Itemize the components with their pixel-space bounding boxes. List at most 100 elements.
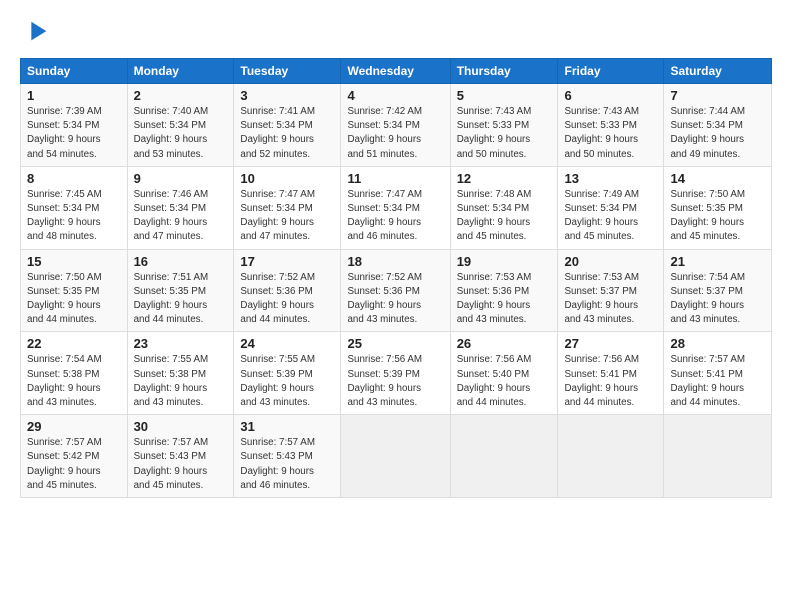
col-header-sunday: Sunday xyxy=(21,59,128,84)
day-info: Sunrise: 7:55 AM Sunset: 5:39 PM Dayligh… xyxy=(240,354,315,408)
day-info: Sunrise: 7:47 AM Sunset: 5:34 PM Dayligh… xyxy=(240,189,315,243)
day-info: Sunrise: 7:40 AM Sunset: 5:34 PM Dayligh… xyxy=(134,106,209,160)
day-info: Sunrise: 7:48 AM Sunset: 5:34 PM Dayligh… xyxy=(457,189,532,243)
day-info: Sunrise: 7:44 AM Sunset: 5:34 PM Dayligh… xyxy=(670,106,745,160)
day-info: Sunrise: 7:56 AM Sunset: 5:41 PM Dayligh… xyxy=(564,354,639,408)
day-info: Sunrise: 7:49 AM Sunset: 5:34 PM Dayligh… xyxy=(564,189,639,243)
day-cell: 12 Sunrise: 7:48 AM Sunset: 5:34 PM Dayli… xyxy=(450,166,558,249)
day-info: Sunrise: 7:53 AM Sunset: 5:36 PM Dayligh… xyxy=(457,272,532,326)
day-cell: 26Sunrise: 7:56 AM Sunset: 5:40 PM Dayli… xyxy=(450,332,558,415)
day-cell: 10Sunrise: 7:47 AM Sunset: 5:34 PM Dayli… xyxy=(234,166,341,249)
day-number: 20 xyxy=(564,254,657,269)
week-row: 15Sunrise: 7:50 AM Sunset: 5:35 PM Dayli… xyxy=(21,249,772,332)
day-cell: 13 Sunrise: 7:49 AM Sunset: 5:34 PM Dayli… xyxy=(558,166,664,249)
day-cell: 29 Sunrise: 7:57 AM Sunset: 5:42 PM Dayli… xyxy=(21,415,128,498)
day-number: 19 xyxy=(457,254,552,269)
day-cell: 9Sunrise: 7:46 AM Sunset: 5:34 PM Daylig… xyxy=(127,166,234,249)
day-number: 30 xyxy=(134,419,228,434)
day-cell: 2 Sunrise: 7:40 AM Sunset: 5:34 PM Daylig… xyxy=(127,84,234,167)
day-info: Sunrise: 7:50 AM Sunset: 5:35 PM Dayligh… xyxy=(670,189,745,243)
day-number: 29 xyxy=(27,419,121,434)
day-cell xyxy=(341,415,450,498)
day-cell: 18Sunrise: 7:52 AM Sunset: 5:36 PM Dayli… xyxy=(341,249,450,332)
col-header-friday: Friday xyxy=(558,59,664,84)
day-number: 23 xyxy=(134,336,228,351)
day-info: Sunrise: 7:47 AM Sunset: 5:34 PM Dayligh… xyxy=(347,189,422,243)
day-info: Sunrise: 7:56 AM Sunset: 5:39 PM Dayligh… xyxy=(347,354,422,408)
day-number: 16 xyxy=(134,254,228,269)
week-row: 1 Sunrise: 7:39 AM Sunset: 5:34 PM Daylig… xyxy=(21,84,772,167)
day-number: 27 xyxy=(564,336,657,351)
day-cell: 31 Sunrise: 7:57 AM Sunset: 5:43 PM Dayli… xyxy=(234,415,341,498)
day-number: 24 xyxy=(240,336,334,351)
day-cell: 20 Sunrise: 7:53 AM Sunset: 5:37 PM Dayli… xyxy=(558,249,664,332)
day-info: Sunrise: 7:57 AM Sunset: 5:41 PM Dayligh… xyxy=(670,354,745,408)
day-info: Sunrise: 7:45 AM Sunset: 5:34 PM Dayligh… xyxy=(27,189,102,243)
day-cell: 15Sunrise: 7:50 AM Sunset: 5:35 PM Dayli… xyxy=(21,249,128,332)
header-row: SundayMondayTuesdayWednesdayThursdayFrid… xyxy=(21,59,772,84)
day-cell: 28 Sunrise: 7:57 AM Sunset: 5:41 PM Dayli… xyxy=(664,332,772,415)
day-info: Sunrise: 7:52 AM Sunset: 5:36 PM Dayligh… xyxy=(347,272,422,326)
day-cell: 1 Sunrise: 7:39 AM Sunset: 5:34 PM Daylig… xyxy=(21,84,128,167)
day-info: Sunrise: 7:57 AM Sunset: 5:43 PM Dayligh… xyxy=(240,437,315,491)
day-cell: 23 Sunrise: 7:55 AM Sunset: 5:38 PM Dayli… xyxy=(127,332,234,415)
day-number: 2 xyxy=(134,88,228,103)
day-number: 17 xyxy=(240,254,334,269)
day-number: 25 xyxy=(347,336,443,351)
day-cell: 16 Sunrise: 7:51 AM Sunset: 5:35 PM Dayli… xyxy=(127,249,234,332)
logo-icon xyxy=(22,18,50,46)
day-number: 12 xyxy=(457,171,552,186)
calendar-table: SundayMondayTuesdayWednesdayThursdayFrid… xyxy=(20,58,772,498)
day-number: 31 xyxy=(240,419,334,434)
day-cell: 30 Sunrise: 7:57 AM Sunset: 5:43 PM Dayli… xyxy=(127,415,234,498)
day-info: Sunrise: 7:57 AM Sunset: 5:42 PM Dayligh… xyxy=(27,437,102,491)
day-info: Sunrise: 7:57 AM Sunset: 5:43 PM Dayligh… xyxy=(134,437,209,491)
day-number: 11 xyxy=(347,171,443,186)
day-number: 3 xyxy=(240,88,334,103)
day-number: 28 xyxy=(670,336,765,351)
day-info: Sunrise: 7:50 AM Sunset: 5:35 PM Dayligh… xyxy=(27,272,102,326)
day-info: Sunrise: 7:55 AM Sunset: 5:38 PM Dayligh… xyxy=(134,354,209,408)
col-header-thursday: Thursday xyxy=(450,59,558,84)
day-info: Sunrise: 7:41 AM Sunset: 5:34 PM Dayligh… xyxy=(240,106,315,160)
logo xyxy=(20,18,50,46)
day-cell xyxy=(450,415,558,498)
day-number: 8 xyxy=(27,171,121,186)
day-cell: 17 Sunrise: 7:52 AM Sunset: 5:36 PM Dayli… xyxy=(234,249,341,332)
col-header-wednesday: Wednesday xyxy=(341,59,450,84)
day-number: 13 xyxy=(564,171,657,186)
day-cell: 14 Sunrise: 7:50 AM Sunset: 5:35 PM Dayli… xyxy=(664,166,772,249)
col-header-monday: Monday xyxy=(127,59,234,84)
day-cell: 11 Sunrise: 7:47 AM Sunset: 5:34 PM Dayli… xyxy=(341,166,450,249)
day-cell: 25 Sunrise: 7:56 AM Sunset: 5:39 PM Dayli… xyxy=(341,332,450,415)
page: SundayMondayTuesdayWednesdayThursdayFrid… xyxy=(0,0,792,508)
day-cell: 24 Sunrise: 7:55 AM Sunset: 5:39 PM Dayli… xyxy=(234,332,341,415)
day-info: Sunrise: 7:42 AM Sunset: 5:34 PM Dayligh… xyxy=(347,106,422,160)
day-number: 21 xyxy=(670,254,765,269)
day-number: 5 xyxy=(457,88,552,103)
day-info: Sunrise: 7:52 AM Sunset: 5:36 PM Dayligh… xyxy=(240,272,315,326)
day-cell: 3 Sunrise: 7:41 AM Sunset: 5:34 PM Daylig… xyxy=(234,84,341,167)
day-cell: 22Sunrise: 7:54 AM Sunset: 5:38 PM Dayli… xyxy=(21,332,128,415)
day-info: Sunrise: 7:39 AM Sunset: 5:34 PM Dayligh… xyxy=(27,106,102,160)
day-cell: 4Sunrise: 7:42 AM Sunset: 5:34 PM Daylig… xyxy=(341,84,450,167)
day-info: Sunrise: 7:43 AM Sunset: 5:33 PM Dayligh… xyxy=(457,106,532,160)
day-number: 14 xyxy=(670,171,765,186)
day-number: 26 xyxy=(457,336,552,351)
day-cell xyxy=(558,415,664,498)
day-cell: 8 Sunrise: 7:45 AM Sunset: 5:34 PM Daylig… xyxy=(21,166,128,249)
week-row: 29 Sunrise: 7:57 AM Sunset: 5:42 PM Dayli… xyxy=(21,415,772,498)
day-cell: 7Sunrise: 7:44 AM Sunset: 5:34 PM Daylig… xyxy=(664,84,772,167)
day-info: Sunrise: 7:51 AM Sunset: 5:35 PM Dayligh… xyxy=(134,272,209,326)
header xyxy=(20,18,772,46)
day-number: 1 xyxy=(27,88,121,103)
day-info: Sunrise: 7:53 AM Sunset: 5:37 PM Dayligh… xyxy=(564,272,639,326)
week-row: 22Sunrise: 7:54 AM Sunset: 5:38 PM Dayli… xyxy=(21,332,772,415)
col-header-tuesday: Tuesday xyxy=(234,59,341,84)
day-number: 22 xyxy=(27,336,121,351)
day-cell: 6Sunrise: 7:43 AM Sunset: 5:33 PM Daylig… xyxy=(558,84,664,167)
day-cell: 27 Sunrise: 7:56 AM Sunset: 5:41 PM Dayli… xyxy=(558,332,664,415)
day-info: Sunrise: 7:46 AM Sunset: 5:34 PM Dayligh… xyxy=(134,189,209,243)
day-cell: 5 Sunrise: 7:43 AM Sunset: 5:33 PM Daylig… xyxy=(450,84,558,167)
day-cell: 21Sunrise: 7:54 AM Sunset: 5:37 PM Dayli… xyxy=(664,249,772,332)
